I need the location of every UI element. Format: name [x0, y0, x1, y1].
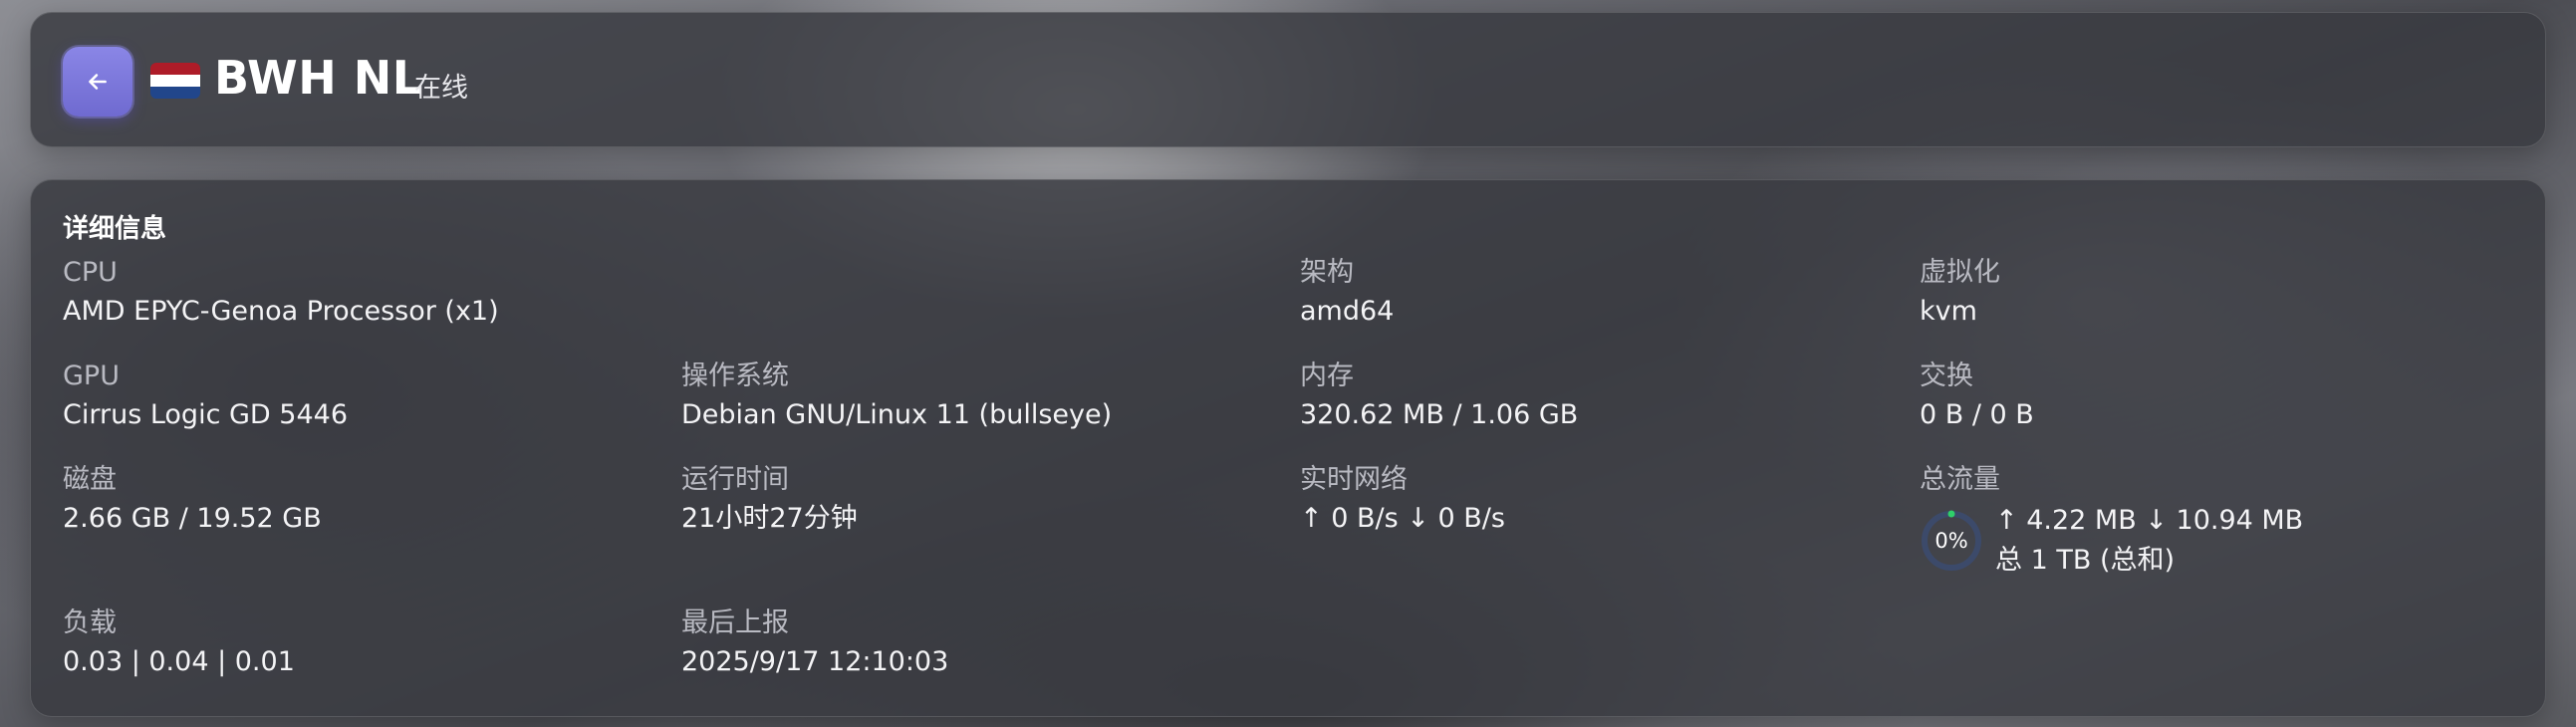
traffic-updown: ↑ 4.22 MB ↓ 10.94 MB — [1995, 505, 2304, 536]
cpu-value: AMD EPYC-Genoa Processor (x1) — [63, 296, 499, 327]
last-report-value: 2025/9/17 12:10:03 — [681, 646, 949, 677]
back-button[interactable] — [63, 47, 132, 117]
network-label: 实时网络 — [1300, 464, 1408, 495]
disk-label: 磁盘 — [63, 464, 117, 495]
network-value: ↑ 0 B/s ↓ 0 B/s — [1300, 503, 1505, 534]
server-name: BWH NL — [214, 51, 422, 105]
arrow-left-icon — [89, 74, 107, 90]
virtualization-label: 虚拟化 — [1920, 257, 2000, 288]
netherlands-flag-icon — [150, 63, 200, 99]
details-panel: 详细信息 CPU AMD EPYC-Genoa Processor (x1) 架… — [30, 179, 2546, 717]
load-value: 0.03 | 0.04 | 0.01 — [63, 646, 295, 677]
gpu-value: Cirrus Logic GD 5446 — [63, 399, 349, 430]
swap-label: 交换 — [1920, 361, 1973, 391]
memory-field: 内存 320.62 MB / 1.06 GB — [1300, 358, 1578, 435]
traffic-label: 总流量 — [1920, 464, 2000, 495]
arch-label: 架构 — [1300, 257, 1354, 288]
load-field: 负载 0.03 | 0.04 | 0.01 — [63, 605, 295, 682]
flag-stripe-white — [150, 75, 200, 87]
traffic-field: 总流量 0% ↑ 4.22 MB ↓ 10.94 MB 总 1 TB (总和) — [1920, 461, 2303, 581]
gpu-label: GPU — [63, 361, 120, 391]
flag-stripe-blue — [150, 87, 200, 99]
cpu-field: CPU AMD EPYC-Genoa Processor (x1) — [63, 254, 499, 332]
last-report-field: 最后上报 2025/9/17 12:10:03 — [681, 605, 948, 682]
flag-stripe-red — [150, 63, 200, 75]
traffic-total: 总 1 TB (总和) — [1995, 545, 2176, 576]
cpu-label: CPU — [63, 257, 118, 288]
uptime-value: 21小时27分钟 — [681, 503, 858, 534]
arch-field: 架构 amd64 — [1300, 254, 1394, 332]
memory-label: 内存 — [1300, 361, 1354, 391]
os-value: Debian GNU/Linux 11 (bullseye) — [681, 399, 1113, 430]
uptime-label: 运行时间 — [681, 464, 789, 495]
virtualization-value: kvm — [1920, 296, 1977, 327]
os-field: 操作系统 Debian GNU/Linux 11 (bullseye) — [681, 358, 1112, 435]
disk-value: 2.66 GB / 19.52 GB — [63, 503, 322, 534]
os-label: 操作系统 — [681, 361, 789, 391]
status-badge: 在线 — [414, 73, 468, 104]
swap-value: 0 B / 0 B — [1920, 399, 2034, 430]
section-title: 详细信息 — [63, 214, 167, 244]
traffic-row: 0% ↑ 4.22 MB ↓ 10.94 MB 总 1 TB (总和) — [1920, 501, 2303, 581]
network-field: 实时网络 ↑ 0 B/s ↓ 0 B/s — [1300, 461, 1505, 539]
disk-field: 磁盘 2.66 GB / 19.52 GB — [63, 461, 322, 539]
traffic-lines: ↑ 4.22 MB ↓ 10.94 MB 总 1 TB (总和) — [1995, 501, 2303, 581]
server-header-panel: BWH NL 在线 — [30, 12, 2546, 147]
traffic-usage-ring: 0% — [1920, 509, 1983, 573]
last-report-label: 最后上报 — [681, 607, 789, 638]
traffic-percent: 0% — [1934, 529, 1968, 553]
swap-field: 交换 0 B / 0 B — [1920, 358, 2034, 435]
uptime-field: 运行时间 21小时27分钟 — [681, 461, 858, 539]
arch-value: amd64 — [1300, 296, 1395, 327]
gpu-field: GPU Cirrus Logic GD 5446 — [63, 358, 348, 435]
load-label: 负载 — [63, 607, 117, 638]
virtualization-field: 虚拟化 kvm — [1920, 254, 2000, 332]
memory-value: 320.62 MB / 1.06 GB — [1300, 399, 1579, 430]
